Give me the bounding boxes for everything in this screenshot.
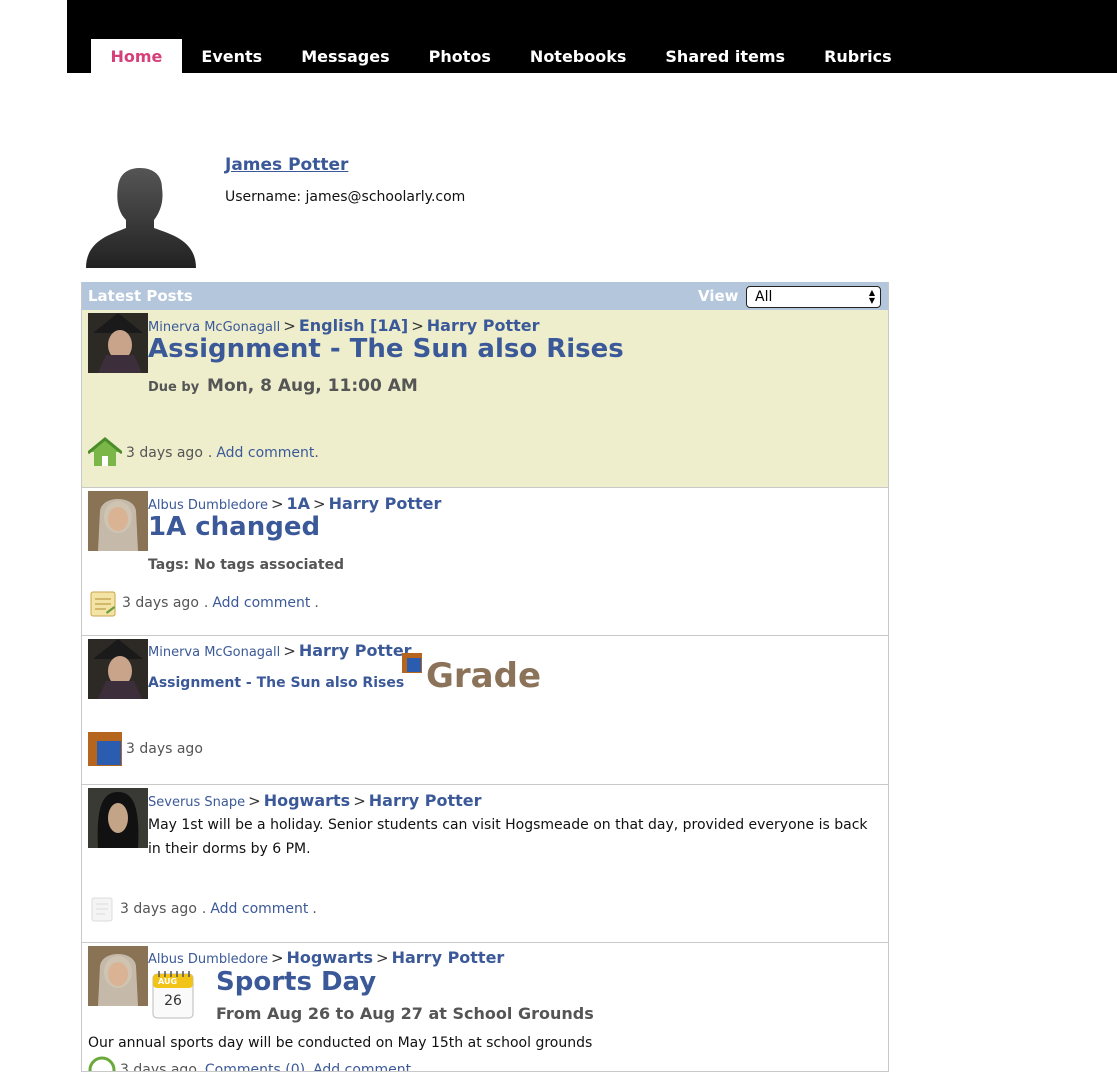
tags-line: Tags: No tags associated [148,557,345,573]
author-avatar-snape [88,788,148,848]
post-footer: 3 days ago Comments (0) Add comment [88,1056,411,1072]
post-breadcrumb: Severus Snape > Hogwarts > Harry Potter [148,791,482,810]
author-link[interactable]: Severus Snape [148,795,245,810]
post-breadcrumb: Minerva McGonagall > English [1A] > Harry Po… [148,316,540,335]
comments-link[interactable]: Comments (0) [205,1062,305,1071]
post-time: 3 days ago [120,1062,197,1072]
tab-notebooks[interactable]: Notebooks [510,39,645,73]
post-body: Our annual sports day will be conducted … [88,1035,593,1051]
post-item: Severus Snape > Hogwarts > Harry Potter May … [82,785,888,943]
author-link[interactable]: Albus Dumbledore [148,952,268,967]
profile-name-link[interactable]: James Potter [225,155,348,175]
author-avatar-dumbledore [88,491,148,551]
tab-messages[interactable]: Messages [282,39,409,73]
panel-title: Latest Posts [88,287,193,305]
due-line: Due by Mon, 8 Aug, 11:00 AM [148,376,418,396]
class-link[interactable]: English [1A] [299,316,408,335]
class-link[interactable]: 1A [287,494,311,513]
group-link[interactable]: Hogwarts [264,791,350,810]
clock-icon [88,1056,116,1071]
nav-tabs: Home Events Messages Photos Notebooks Sh… [91,39,911,73]
author-avatar-mcgonagall [88,639,148,699]
post-breadcrumb: Albus Dumbledore >1A > Harry Potter [148,494,442,513]
view-label: View [698,287,739,305]
post-time: 3 days ago [126,741,203,757]
profile-username: Username: james@schoolarly.com [225,189,466,205]
post-footer: 3 days ago . Add comment. [88,588,319,618]
student-link[interactable]: Harry Potter [392,948,505,967]
grade-label: Grade [426,656,542,696]
assignment-link[interactable]: Assignment - The Sun also Rises [148,675,404,691]
author-link[interactable]: Albus Dumbledore [148,498,268,513]
calendar-icon: AUG 26 [152,970,194,1020]
due-value: Mon, 8 Aug, 11:00 AM [207,376,418,396]
separator-dot: . [312,901,317,917]
panel-header: Latest Posts View All ▲ ▼ [82,282,888,310]
view-select-value: All [755,289,773,305]
post-breadcrumb: Minerva McGonagall > Harry Potter [148,641,412,660]
post-footer: 3 days ago . Add comment. [88,436,319,470]
post-body: May 1st will be a holiday. Senior studen… [148,817,868,857]
notebook-icon [90,591,116,617]
post-time: 3 days ago [120,901,197,917]
student-link[interactable]: Harry Potter [427,316,540,335]
student-link[interactable]: Harry Potter [329,494,442,513]
due-label: Due by [148,380,200,395]
view-filter-select[interactable]: All ▲ ▼ [746,286,881,308]
post-item: Albus Dumbledore >1A > Harry Potter 1A chan… [82,488,888,636]
author-avatar-mcgonagall [88,313,148,373]
latest-posts-panel: Latest Posts View All ▲ ▼ Minerva McGonag… [81,282,889,1072]
add-comment-link[interactable]: Add comment [313,1062,411,1071]
post-breadcrumb: Albus Dumbledore > Hogwarts > Harry Potter [148,948,505,967]
select-arrows-icon: ▲ ▼ [868,288,875,305]
post-title-link[interactable]: Assignment - The Sun also Rises [148,334,624,364]
post-item: Minerva McGonagall > Harry Potter Assignme… [82,636,888,785]
add-comment-link[interactable]: Add comment [210,901,308,917]
user-silhouette-avatar [86,168,196,268]
add-comment-link[interactable]: Add comment [212,595,310,611]
top-nav-bar: Home Events Messages Photos Notebooks Sh… [67,0,1117,73]
post-footer: 3 days ago [88,732,203,766]
post-time: 3 days ago [122,595,199,611]
event-title-link[interactable]: Sports Day [216,967,376,997]
tab-home[interactable]: Home [91,39,182,73]
message-icon [91,897,113,922]
group-link[interactable]: Hogwarts [287,948,373,967]
separator-dot: . [314,445,319,461]
separator-dot: . [314,595,319,611]
post-item: Albus Dumbledore > Hogwarts > Harry Potter A… [82,943,888,1072]
tab-rubrics[interactable]: Rubrics [805,39,912,73]
grade-book-icon [402,653,422,673]
author-avatar-dumbledore [88,946,148,1006]
grade-book-icon [88,732,122,766]
separator-dot: . [207,445,213,461]
author-link[interactable]: Minerva McGonagall [148,645,280,660]
separator-dot: . [201,901,207,917]
post-title-link[interactable]: 1A changed [148,512,320,542]
author-link[interactable]: Minerva McGonagall [148,320,280,335]
tab-photos[interactable]: Photos [409,39,510,73]
student-link[interactable]: Harry Potter [369,791,482,810]
post-time: 3 days ago [126,445,203,461]
calendar-month: AUG [158,977,178,986]
tab-events[interactable]: Events [182,39,282,73]
post-footer: 3 days ago . Add comment. [88,895,317,923]
post-item: Minerva McGonagall > English [1A] > Harry Po… [82,310,888,488]
calendar-day: 26 [164,993,182,1009]
student-link[interactable]: Harry Potter [299,641,412,660]
home-icon [88,437,122,466]
event-when: From Aug 26 to Aug 27 at School Grounds [216,1004,594,1023]
tab-shared-items[interactable]: Shared items [646,39,805,73]
separator-dot: . [203,595,209,611]
add-comment-link[interactable]: Add comment [216,445,314,461]
